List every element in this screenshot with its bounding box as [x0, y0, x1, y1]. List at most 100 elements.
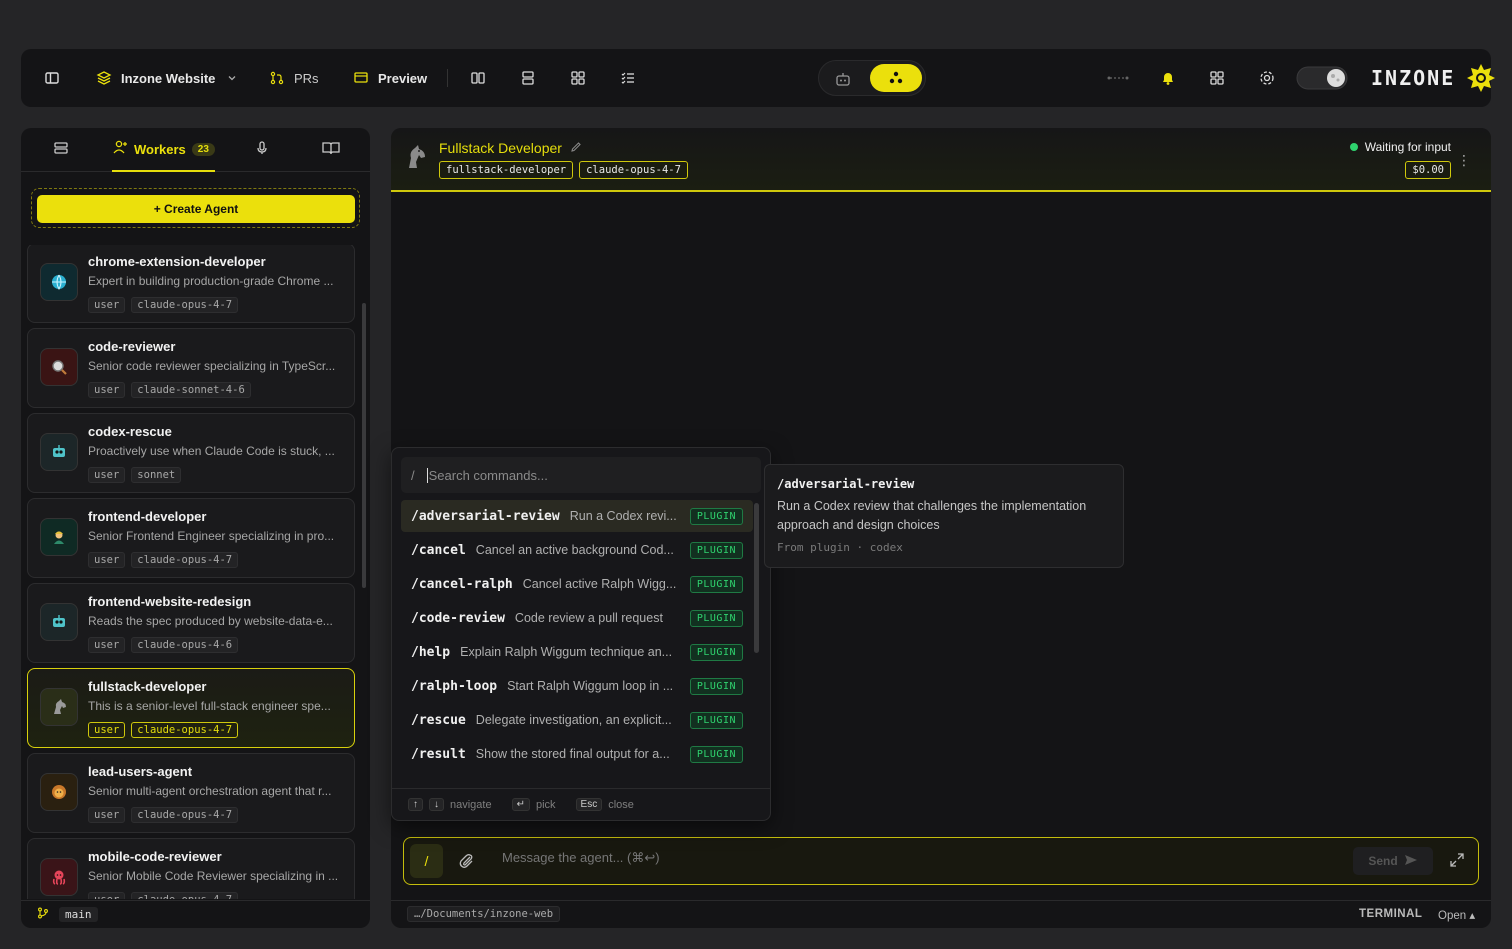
plugin-badge: PLUGIN [689, 711, 743, 729]
agent-title-row: Fullstack Developer [439, 140, 582, 156]
message-input[interactable] [502, 850, 1322, 865]
notifications-button[interactable] [1159, 49, 1177, 107]
command-item[interactable]: /rescue Delegate investigation, an explic… [401, 704, 753, 736]
create-agent-button[interactable]: + Create Agent [37, 195, 355, 223]
agent-card[interactable]: lead-users-agent Senior multi-agent orche… [27, 753, 355, 833]
more-options-icon[interactable]: ⋮ [1457, 152, 1471, 169]
preview-button[interactable]: Preview [352, 49, 427, 107]
agent-card[interactable]: frontend-website-redesign Reads the spec … [27, 583, 355, 663]
preview-label: Preview [378, 70, 428, 86]
slash-command-button[interactable]: / [410, 844, 443, 878]
sidebar-scrollbar[interactable] [362, 303, 366, 588]
agent-tags: user claude-opus-4-7 [88, 297, 239, 313]
top-bar: Inzone Website PRs Preview INZONE [21, 49, 1496, 107]
layout-columns-button[interactable] [469, 49, 487, 107]
command-name: /ralph-loop [411, 678, 498, 694]
navigate-hint: navigate [450, 798, 492, 811]
status-text: Waiting for input [1364, 140, 1451, 154]
send-arrow-icon [1404, 854, 1418, 869]
lion-icon [40, 773, 78, 811]
command-item[interactable]: /code-review Code review a pull request PL… [401, 602, 753, 634]
command-palette: / /adversarial-review Run a Codex revi...… [391, 447, 771, 821]
agent-description: Senior multi-agent orchestration agent t… [88, 784, 332, 798]
edit-pencil-icon[interactable] [570, 140, 582, 156]
brand-wordmark: INZONE [1371, 66, 1456, 90]
branch-name[interactable]: main [59, 907, 98, 922]
octopus-icon [40, 858, 78, 896]
working-directory[interactable]: …/Documents/inzone-web [407, 906, 561, 922]
sidebar-tabs: Workers 23 [21, 128, 370, 172]
horse-icon [40, 688, 78, 726]
agent-tag: claude-sonnet-4-6 [131, 382, 251, 398]
agent-tag: claude-opus-4-6 [131, 637, 239, 653]
apps-button[interactable] [1208, 49, 1226, 107]
mode-toggle[interactable] [818, 60, 926, 96]
agent-card[interactable]: code-reviewer Senior code reviewer specia… [27, 328, 355, 408]
agent-card[interactable]: mobile-code-reviewer Senior Mobile Code R… [27, 838, 355, 899]
command-item[interactable]: /cancel-ralph Cancel active Ralph Wigg...… [401, 568, 753, 600]
layers-icon [95, 69, 113, 87]
command-item[interactable]: /result Show the stored final output for … [401, 738, 753, 770]
plugin-badge: PLUGIN [689, 677, 743, 695]
prs-button[interactable]: PRs [268, 49, 319, 107]
plugin-badge: PLUGIN [689, 507, 743, 525]
command-item[interactable]: /adversarial-review Run a Codex revi... PL… [401, 500, 753, 532]
sidebar-panel-icon [43, 69, 61, 87]
task-list-button[interactable] [619, 49, 637, 107]
model-tag: claude-opus-4-7 [579, 161, 688, 179]
pick-hint: pick [535, 798, 556, 811]
agent-tag: claude-opus-4-7 [131, 892, 239, 899]
arrow-down-key: ↓ [429, 798, 444, 811]
theme-toggle[interactable] [1296, 49, 1348, 107]
command-search-input[interactable] [426, 467, 727, 483]
agent-card[interactable]: frontend-developer Senior Frontend Engine… [27, 498, 355, 578]
project-selector[interactable]: Inzone Website [95, 49, 241, 107]
agent-description: Expert in building production-grade Chro… [88, 274, 334, 288]
command-name: /help [411, 644, 451, 660]
tab-sessions[interactable] [53, 128, 69, 172]
command-item[interactable]: /help Explain Ralph Wiggum technique an..… [401, 636, 753, 668]
create-agent-zone: + Create Agent [31, 188, 360, 228]
settings-button[interactable] [1258, 49, 1276, 107]
paperclip-icon[interactable] [458, 852, 476, 875]
command-name: /rescue [411, 712, 466, 728]
agent-tag: fullstack-developer [439, 161, 574, 179]
tab-workers[interactable]: Workers 23 [112, 128, 215, 172]
agent-card[interactable]: fullstack-developer This is a senior-leve… [27, 668, 355, 748]
command-item[interactable]: /cancel Cancel an active background Cod..… [401, 534, 753, 566]
arrow-up-key: ↑ [408, 798, 423, 811]
tab-voice[interactable] [254, 128, 270, 172]
robot-icon[interactable] [833, 69, 853, 94]
agent-card[interactable]: chrome-extension-developer Expert in buil… [27, 245, 355, 323]
agent-tags: user claude-opus-4-6 [88, 637, 239, 653]
sun-logo-icon [1465, 62, 1497, 94]
grid-icon [569, 69, 587, 87]
agent-description: This is a senior-level full-stack engine… [88, 699, 331, 713]
agent-tag: user [88, 297, 126, 313]
command-description: Show the stored final output for a... [475, 747, 670, 761]
command-description: Delegate investigation, an explicit... [475, 713, 672, 727]
layout-grid-button[interactable] [569, 49, 587, 107]
tab-docs[interactable] [322, 128, 340, 172]
layout-rows-button[interactable] [519, 49, 537, 107]
command-item[interactable]: /ralph-loop Start Ralph Wiggum loop in ..… [401, 670, 753, 702]
tooltip-description: Run a Codex review that challenges the i… [777, 499, 1087, 532]
status-dot [1349, 143, 1358, 151]
agent-tag: user [88, 552, 126, 568]
expand-icon[interactable] [1449, 852, 1465, 873]
agent-tag: claude-opus-4-7 [131, 722, 239, 738]
send-button[interactable]: Send [1353, 847, 1433, 875]
terminal-button[interactable]: TERMINAL [1359, 908, 1422, 920]
sidebar-toggle-button[interactable] [43, 49, 61, 107]
rows-icon [519, 69, 537, 87]
robot-icon [40, 603, 78, 641]
agent-tag: claude-opus-4-7 [131, 807, 239, 823]
swarm-icon[interactable] [870, 64, 922, 92]
terminal-open-button[interactable]: Open ▴ [1438, 908, 1475, 922]
agent-tag: user [88, 807, 126, 823]
agent-card[interactable]: codex-rescue Proactively use when Claude … [27, 413, 355, 493]
agent-tag: user [88, 637, 126, 653]
command-description: Cancel an active background Cod... [475, 543, 674, 557]
command-list-scrollbar[interactable] [754, 503, 759, 653]
panel-footer: …/Documents/inzone-web TERMINAL Open ▴ [391, 900, 1491, 928]
